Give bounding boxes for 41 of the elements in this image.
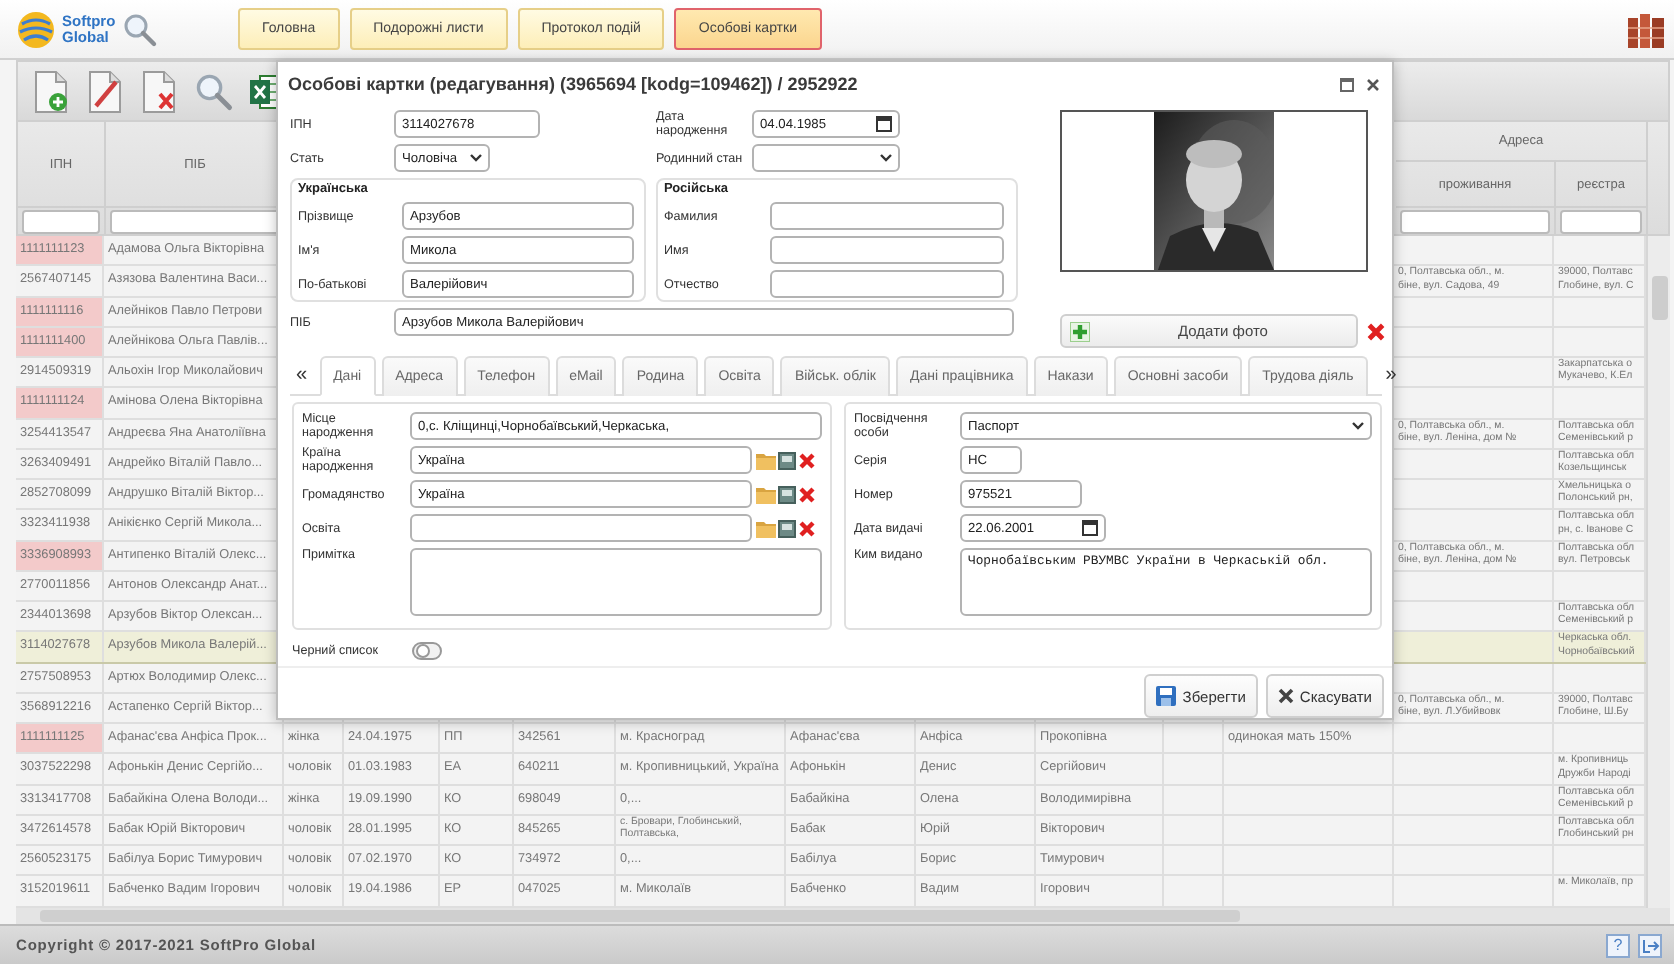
delete-icon[interactable] bbox=[798, 519, 816, 537]
plus-icon bbox=[1070, 321, 1090, 341]
calendar-icon[interactable] bbox=[876, 116, 892, 132]
calendar-icon[interactable] bbox=[1082, 520, 1098, 536]
delete-icon[interactable] bbox=[798, 485, 816, 503]
card-icon[interactable] bbox=[778, 451, 796, 469]
text-field[interactable] bbox=[410, 514, 752, 542]
chevron-icon bbox=[470, 154, 482, 162]
save-icon bbox=[1156, 686, 1177, 706]
filter-field[interactable] bbox=[1400, 210, 1550, 234]
previous-tabs-button[interactable]: « bbox=[290, 354, 314, 394]
filter-field[interactable] bbox=[1560, 210, 1642, 234]
bricks-logo-icon bbox=[1626, 9, 1666, 49]
search-icon[interactable] bbox=[194, 71, 234, 111]
new-document-icon[interactable] bbox=[32, 69, 72, 113]
maximize-icon[interactable] bbox=[1340, 77, 1354, 91]
text-area[interactable] bbox=[410, 548, 822, 616]
text-field[interactable] bbox=[770, 270, 1004, 298]
chevron-icon bbox=[880, 154, 892, 162]
delete-icon[interactable] bbox=[1366, 321, 1386, 341]
globe-logo-icon bbox=[16, 9, 56, 49]
toggle-switch[interactable] bbox=[412, 641, 442, 659]
delete-document-icon[interactable] bbox=[140, 69, 180, 113]
text-field[interactable] bbox=[770, 236, 1004, 264]
filter-field[interactable] bbox=[22, 210, 100, 234]
exit-icon[interactable] bbox=[1638, 933, 1662, 957]
card-icon[interactable] bbox=[778, 485, 796, 503]
filter-field[interactable] bbox=[110, 210, 280, 234]
text-field[interactable] bbox=[770, 202, 1004, 230]
delete-icon[interactable] bbox=[798, 451, 816, 469]
close-icon[interactable] bbox=[1366, 77, 1380, 91]
select-field[interactable] bbox=[752, 144, 900, 172]
dialog-title: Особові картки (редагування) (3965694 [kodg=109462]) / 2952922 bbox=[288, 74, 860, 94]
edit-icon[interactable] bbox=[86, 69, 126, 113]
next-tabs-button[interactable]: » bbox=[1379, 354, 1403, 394]
vertical-scrollbar[interactable] bbox=[1646, 236, 1670, 907]
help-button[interactable]: ? bbox=[1606, 933, 1630, 957]
close-icon bbox=[1277, 688, 1294, 704]
search-icon[interactable] bbox=[121, 11, 158, 47]
card-icon[interactable] bbox=[778, 519, 796, 537]
chevron-icon bbox=[1352, 422, 1364, 430]
